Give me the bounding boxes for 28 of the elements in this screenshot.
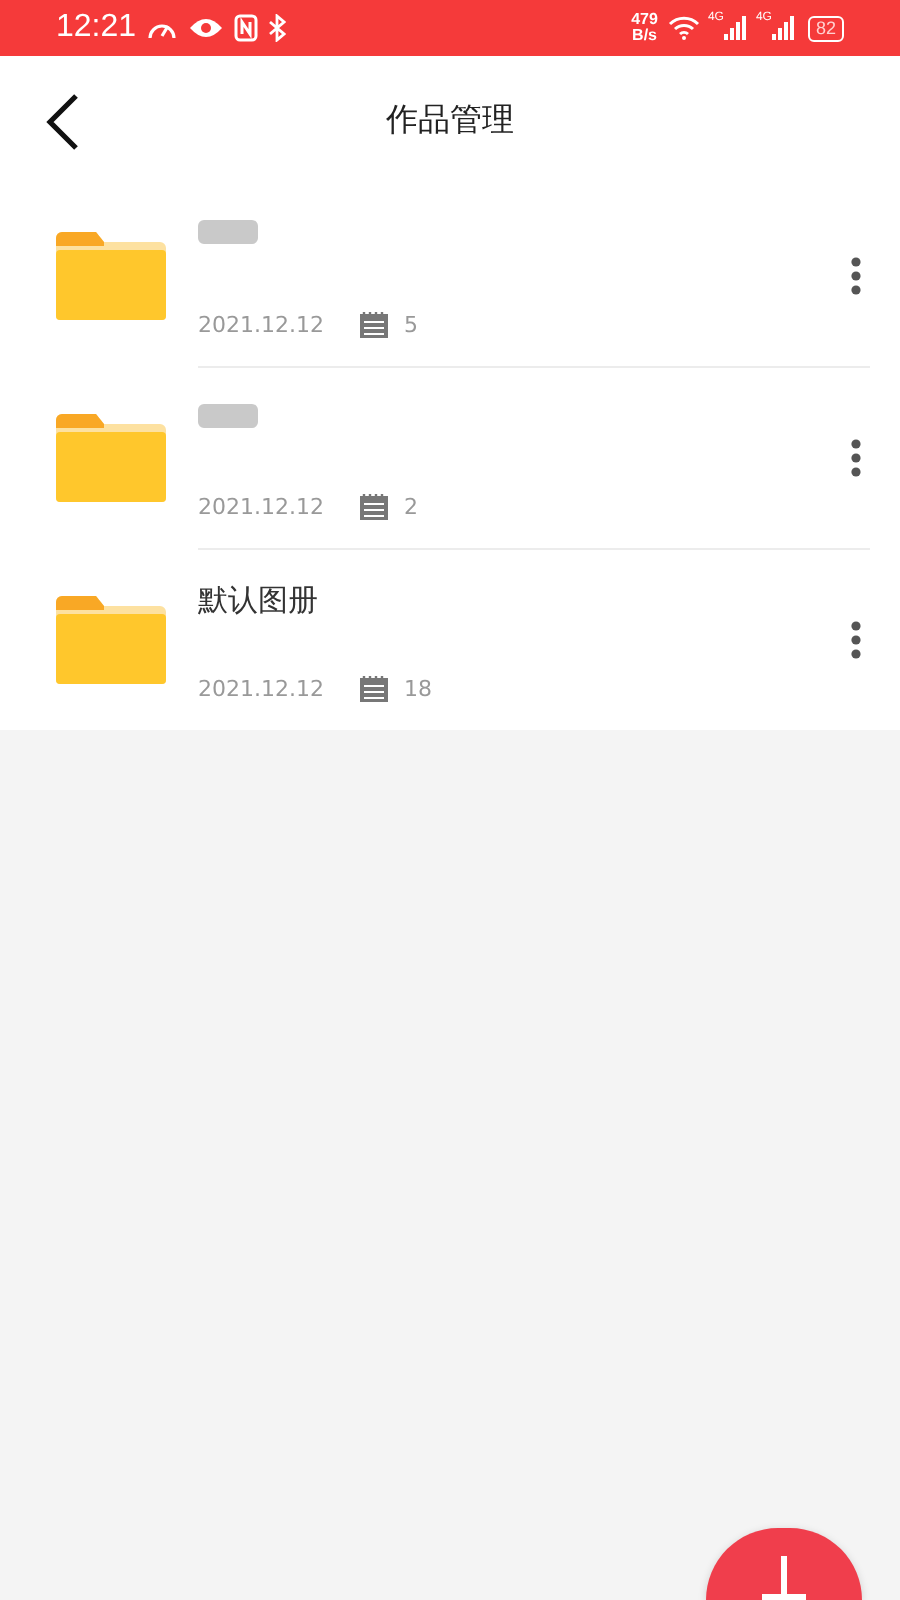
notepad-icon (359, 676, 388, 702)
folder-icon (56, 413, 166, 501)
more-vertical-icon (850, 438, 862, 478)
plus-icon (762, 1556, 806, 1600)
folder-icon (56, 231, 166, 319)
page-title: 作品管理 (386, 99, 514, 141)
album-date: 2021.12.12 (198, 494, 324, 520)
album-date: 2021.12.12 (198, 312, 324, 338)
photo-count: 18 (403, 676, 432, 702)
photo-count: 2 (403, 494, 418, 520)
more-vertical-icon (850, 255, 862, 295)
bluetooth-icon (268, 14, 287, 42)
signal-icon (771, 16, 796, 40)
eye-icon (188, 16, 225, 40)
speed-unit: B/s (632, 28, 657, 44)
photo-count: 5 (403, 312, 418, 338)
clock: 12:21 (56, 10, 137, 46)
notepad-icon (359, 312, 388, 338)
nfc-icon (234, 14, 259, 42)
speed-value: 479 (631, 12, 658, 28)
notepad-icon (359, 494, 388, 520)
album-name: 默认图册 (198, 582, 318, 620)
battery-level: 82 (807, 15, 844, 41)
wifi-icon (667, 16, 700, 40)
more-vertical-icon (850, 620, 862, 660)
signal-icon (723, 16, 748, 40)
folder-icon (56, 595, 166, 683)
album-date: 2021.12.12 (198, 676, 324, 702)
